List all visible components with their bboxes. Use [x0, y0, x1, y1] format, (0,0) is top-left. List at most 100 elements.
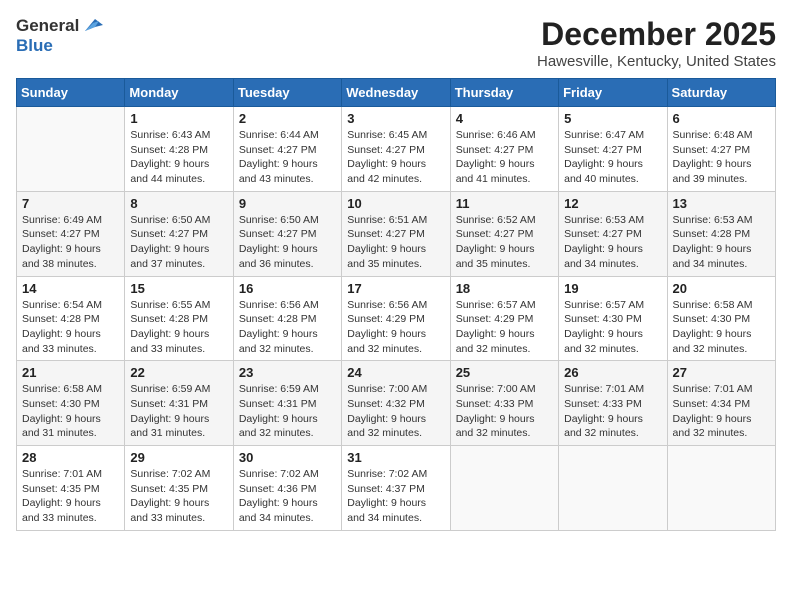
day-number: 30: [239, 450, 336, 465]
calendar-day-header: Sunday: [17, 79, 125, 107]
calendar-cell: 5Sunrise: 6:47 AM Sunset: 4:27 PM Daylig…: [559, 107, 667, 192]
calendar-cell: 4Sunrise: 6:46 AM Sunset: 4:27 PM Daylig…: [450, 107, 558, 192]
calendar-day-header: Saturday: [667, 79, 775, 107]
calendar-cell: 30 Sunrise: 7:02 AM Sunset: 4:36 PM Dayli…: [233, 446, 341, 531]
calendar-cell: [17, 107, 125, 192]
calendar-day-header: Tuesday: [233, 79, 341, 107]
calendar-day-header: Thursday: [450, 79, 558, 107]
day-info: Sunrise: 6:53 AM Sunset: 4:27 PM Dayligh…: [564, 213, 661, 272]
day-number: 31: [347, 450, 444, 465]
day-info: Sunrise: 7:00 AM Sunset: 4:32 PM Dayligh…: [347, 382, 444, 441]
day-number: 4: [456, 111, 553, 126]
calendar-cell: 12 Sunrise: 6:53 AM Sunset: 4:27 PM Dayli…: [559, 191, 667, 276]
month-title: December 2025: [537, 16, 776, 53]
calendar-cell: 25Sunrise: 7:00 AM Sunset: 4:33 PM Dayli…: [450, 361, 558, 446]
day-info: Sunrise: 6:50 AM Sunset: 4:27 PM Dayligh…: [130, 213, 227, 272]
day-info: Sunrise: 6:53 AM Sunset: 4:28 PM Dayligh…: [673, 213, 770, 272]
day-number: 22: [130, 365, 227, 380]
calendar-cell: 10 Sunrise: 6:51 AM Sunset: 4:27 PM Dayli…: [342, 191, 450, 276]
location: Hawesville, Kentucky, United States: [537, 53, 776, 70]
day-info: Sunrise: 6:58 AM Sunset: 4:30 PM Dayligh…: [22, 382, 119, 441]
day-number: 10: [347, 196, 444, 211]
day-info: Sunrise: 7:01 AM Sunset: 4:34 PM Dayligh…: [673, 382, 770, 441]
day-number: 9: [239, 196, 336, 211]
day-number: 1: [130, 111, 227, 126]
calendar-cell: 31 Sunrise: 7:02 AM Sunset: 4:37 PM Dayli…: [342, 446, 450, 531]
calendar-header-row: SundayMondayTuesdayWednesdayThursdayFrid…: [17, 79, 776, 107]
day-number: 28: [22, 450, 119, 465]
calendar-cell: 3Sunrise: 6:45 AM Sunset: 4:27 PM Daylig…: [342, 107, 450, 192]
day-info: Sunrise: 6:55 AM Sunset: 4:28 PM Dayligh…: [130, 298, 227, 357]
title-section: December 2025 Hawesville, Kentucky, Unit…: [537, 16, 776, 70]
day-number: 19: [564, 281, 661, 296]
calendar-week-row: 7 Sunrise: 6:49 AM Sunset: 4:27 PM Daylig…: [17, 191, 776, 276]
calendar-day-header: Friday: [559, 79, 667, 107]
logo: General Blue: [16, 16, 103, 56]
calendar-week-row: 21Sunrise: 6:58 AM Sunset: 4:30 PM Dayli…: [17, 361, 776, 446]
page-header: General Blue December 2025 Hawesville, K…: [16, 16, 776, 70]
calendar-cell: 17 Sunrise: 6:56 AM Sunset: 4:29 PM Dayli…: [342, 276, 450, 361]
calendar-cell: 7 Sunrise: 6:49 AM Sunset: 4:27 PM Daylig…: [17, 191, 125, 276]
calendar-cell: 6 Sunrise: 6:48 AM Sunset: 4:27 PM Daylig…: [667, 107, 775, 192]
calendar-cell: 29 Sunrise: 7:02 AM Sunset: 4:35 PM Dayli…: [125, 446, 233, 531]
day-info: Sunrise: 6:44 AM Sunset: 4:27 PM Dayligh…: [239, 128, 336, 187]
calendar-cell: 16 Sunrise: 6:56 AM Sunset: 4:28 PM Dayli…: [233, 276, 341, 361]
calendar-cell: 15 Sunrise: 6:55 AM Sunset: 4:28 PM Dayli…: [125, 276, 233, 361]
day-number: 14: [22, 281, 119, 296]
calendar-cell: 26 Sunrise: 7:01 AM Sunset: 4:33 PM Dayli…: [559, 361, 667, 446]
day-info: Sunrise: 6:59 AM Sunset: 4:31 PM Dayligh…: [239, 382, 336, 441]
day-info: Sunrise: 6:57 AM Sunset: 4:30 PM Dayligh…: [564, 298, 661, 357]
day-info: Sunrise: 7:02 AM Sunset: 4:35 PM Dayligh…: [130, 467, 227, 526]
day-info: Sunrise: 6:59 AM Sunset: 4:31 PM Dayligh…: [130, 382, 227, 441]
day-number: 2: [239, 111, 336, 126]
calendar-cell: 20 Sunrise: 6:58 AM Sunset: 4:30 PM Dayli…: [667, 276, 775, 361]
day-number: 13: [673, 196, 770, 211]
day-number: 12: [564, 196, 661, 211]
day-number: 7: [22, 196, 119, 211]
day-number: 20: [673, 281, 770, 296]
calendar-cell: [559, 446, 667, 531]
day-info: Sunrise: 6:45 AM Sunset: 4:27 PM Dayligh…: [347, 128, 444, 187]
calendar-cell: 24 Sunrise: 7:00 AM Sunset: 4:32 PM Dayli…: [342, 361, 450, 446]
day-info: Sunrise: 6:51 AM Sunset: 4:27 PM Dayligh…: [347, 213, 444, 272]
calendar-cell: 14Sunrise: 6:54 AM Sunset: 4:28 PM Dayli…: [17, 276, 125, 361]
calendar-cell: 28 Sunrise: 7:01 AM Sunset: 4:35 PM Dayli…: [17, 446, 125, 531]
calendar-week-row: 28 Sunrise: 7:01 AM Sunset: 4:35 PM Dayli…: [17, 446, 776, 531]
day-info: Sunrise: 6:57 AM Sunset: 4:29 PM Dayligh…: [456, 298, 553, 357]
calendar-cell: 2 Sunrise: 6:44 AM Sunset: 4:27 PM Daylig…: [233, 107, 341, 192]
calendar-week-row: 1Sunrise: 6:43 AM Sunset: 4:28 PM Daylig…: [17, 107, 776, 192]
calendar-cell: 9 Sunrise: 6:50 AM Sunset: 4:27 PM Daylig…: [233, 191, 341, 276]
calendar-cell: 8Sunrise: 6:50 AM Sunset: 4:27 PM Daylig…: [125, 191, 233, 276]
day-info: Sunrise: 6:49 AM Sunset: 4:27 PM Dayligh…: [22, 213, 119, 272]
day-info: Sunrise: 7:01 AM Sunset: 4:33 PM Dayligh…: [564, 382, 661, 441]
day-number: 27: [673, 365, 770, 380]
day-info: Sunrise: 7:02 AM Sunset: 4:36 PM Dayligh…: [239, 467, 336, 526]
day-info: Sunrise: 7:02 AM Sunset: 4:37 PM Dayligh…: [347, 467, 444, 526]
day-number: 29: [130, 450, 227, 465]
calendar-cell: [667, 446, 775, 531]
day-number: 15: [130, 281, 227, 296]
day-number: 16: [239, 281, 336, 296]
day-number: 6: [673, 111, 770, 126]
calendar-day-header: Wednesday: [342, 79, 450, 107]
day-number: 26: [564, 365, 661, 380]
day-number: 17: [347, 281, 444, 296]
day-info: Sunrise: 6:56 AM Sunset: 4:28 PM Dayligh…: [239, 298, 336, 357]
day-number: 24: [347, 365, 444, 380]
day-info: Sunrise: 6:52 AM Sunset: 4:27 PM Dayligh…: [456, 213, 553, 272]
day-number: 5: [564, 111, 661, 126]
day-number: 25: [456, 365, 553, 380]
day-info: Sunrise: 6:50 AM Sunset: 4:27 PM Dayligh…: [239, 213, 336, 272]
day-info: Sunrise: 6:58 AM Sunset: 4:30 PM Dayligh…: [673, 298, 770, 357]
calendar-week-row: 14Sunrise: 6:54 AM Sunset: 4:28 PM Dayli…: [17, 276, 776, 361]
calendar-cell: 1Sunrise: 6:43 AM Sunset: 4:28 PM Daylig…: [125, 107, 233, 192]
logo-bird-icon: [81, 17, 103, 35]
calendar-day-header: Monday: [125, 79, 233, 107]
calendar-cell: 27 Sunrise: 7:01 AM Sunset: 4:34 PM Dayli…: [667, 361, 775, 446]
day-number: 23: [239, 365, 336, 380]
day-info: Sunrise: 6:48 AM Sunset: 4:27 PM Dayligh…: [673, 128, 770, 187]
day-info: Sunrise: 7:01 AM Sunset: 4:35 PM Dayligh…: [22, 467, 119, 526]
day-number: 18: [456, 281, 553, 296]
calendar-table: SundayMondayTuesdayWednesdayThursdayFrid…: [16, 78, 776, 531]
day-info: Sunrise: 6:56 AM Sunset: 4:29 PM Dayligh…: [347, 298, 444, 357]
